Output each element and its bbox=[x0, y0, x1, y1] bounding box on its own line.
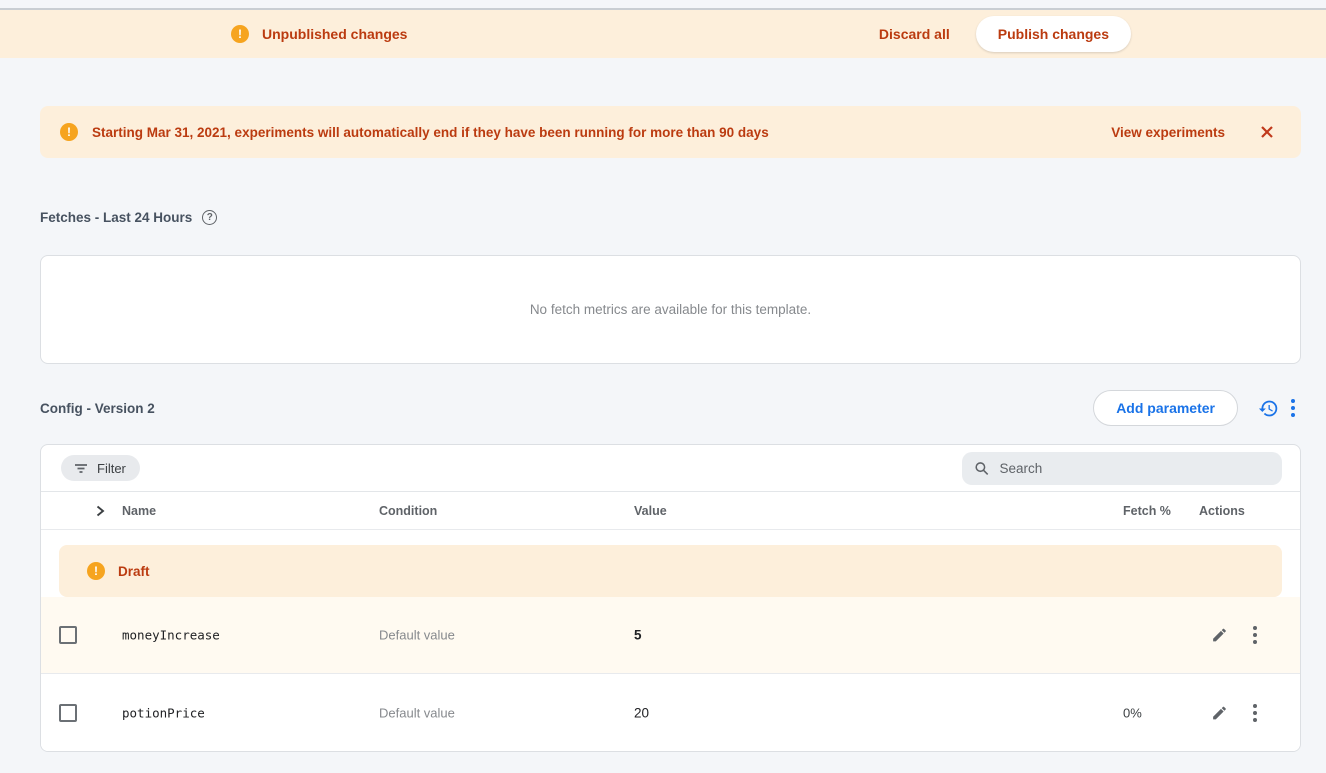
fetches-card: No fetch metrics are available for this … bbox=[40, 255, 1301, 364]
filter-chip[interactable]: Filter bbox=[61, 455, 140, 481]
parameter-name: potionPrice bbox=[122, 705, 205, 720]
config-title: Config - Version 2 bbox=[40, 401, 155, 416]
experiments-banner: ! Starting Mar 31, 2021, experiments wil… bbox=[40, 106, 1301, 158]
fetches-section-header: Fetches - Last 24 Hours ? bbox=[40, 210, 1301, 225]
row-checkbox[interactable] bbox=[59, 704, 77, 722]
fetches-title: Fetches - Last 24 Hours bbox=[40, 210, 192, 225]
table-header-row: Name Condition Value Fetch % Actions bbox=[41, 492, 1300, 530]
expand-all-button[interactable] bbox=[91, 502, 109, 520]
history-icon bbox=[1258, 398, 1279, 419]
chevron-right-icon bbox=[93, 504, 107, 518]
experiments-banner-message: Starting Mar 31, 2021, experiments will … bbox=[92, 125, 769, 140]
column-header-actions: Actions bbox=[1199, 504, 1245, 518]
draft-section-banner: ! Draft bbox=[59, 545, 1282, 597]
unpublished-changes-bar: ! Unpublished changes Discard all Publis… bbox=[0, 10, 1326, 58]
edit-pencil-icon bbox=[1211, 704, 1228, 721]
help-icon[interactable]: ? bbox=[202, 210, 217, 225]
search-icon bbox=[974, 460, 990, 477]
discard-all-button[interactable]: Discard all bbox=[869, 18, 960, 50]
view-experiments-button[interactable]: View experiments bbox=[1103, 119, 1233, 146]
top-strip bbox=[0, 0, 1326, 10]
parameter-value: 20 bbox=[634, 705, 649, 720]
column-header-condition: Condition bbox=[379, 504, 437, 518]
parameters-table: Filter Name Condition Value Fetch % Act bbox=[40, 444, 1301, 752]
row-checkbox[interactable] bbox=[59, 626, 77, 644]
warning-icon: ! bbox=[231, 25, 249, 43]
edit-pencil-icon bbox=[1211, 627, 1228, 644]
table-row: moneyIncrease Default value 5 bbox=[41, 597, 1300, 673]
config-overflow-menu-button[interactable] bbox=[1285, 393, 1301, 423]
main-content: ! Starting Mar 31, 2021, experiments wil… bbox=[0, 106, 1326, 752]
fetch-percent: 0% bbox=[1123, 705, 1142, 720]
table-row: potionPrice Default value 20 0% bbox=[41, 673, 1300, 751]
parameter-condition: Default value bbox=[379, 705, 455, 720]
close-banner-button[interactable] bbox=[1255, 120, 1279, 144]
search-input[interactable] bbox=[1000, 461, 1270, 476]
parameter-name: moneyIncrease bbox=[122, 628, 220, 643]
more-vert-icon bbox=[1291, 399, 1295, 417]
table-toolbar: Filter bbox=[41, 445, 1300, 492]
publish-changes-button[interactable]: Publish changes bbox=[976, 16, 1131, 52]
filter-label: Filter bbox=[97, 461, 126, 476]
search-box bbox=[962, 452, 1282, 485]
column-header-value: Value bbox=[634, 504, 667, 518]
filter-icon bbox=[73, 460, 89, 476]
add-parameter-button[interactable]: Add parameter bbox=[1093, 390, 1238, 426]
more-vert-icon bbox=[1253, 626, 1257, 644]
parameter-condition: Default value bbox=[379, 628, 455, 643]
config-section-header: Config - Version 2 Add parameter bbox=[40, 390, 1301, 426]
draft-label: Draft bbox=[118, 564, 150, 579]
parameter-value: 5 bbox=[634, 628, 642, 643]
unpublished-changes-status: ! Unpublished changes bbox=[231, 25, 407, 43]
column-header-name: Name bbox=[122, 504, 156, 518]
column-header-fetch: Fetch % bbox=[1123, 504, 1171, 518]
edit-parameter-button[interactable] bbox=[1205, 621, 1234, 650]
row-overflow-menu-button[interactable] bbox=[1247, 620, 1263, 650]
unpublished-changes-label: Unpublished changes bbox=[262, 26, 407, 42]
edit-parameter-button[interactable] bbox=[1205, 698, 1234, 727]
version-history-button[interactable] bbox=[1252, 392, 1285, 425]
warning-icon: ! bbox=[60, 123, 78, 141]
more-vert-icon bbox=[1253, 704, 1257, 722]
row-overflow-menu-button[interactable] bbox=[1247, 698, 1263, 728]
warning-icon: ! bbox=[87, 562, 105, 580]
fetches-empty-message: No fetch metrics are available for this … bbox=[530, 302, 811, 317]
close-icon bbox=[1259, 124, 1275, 140]
